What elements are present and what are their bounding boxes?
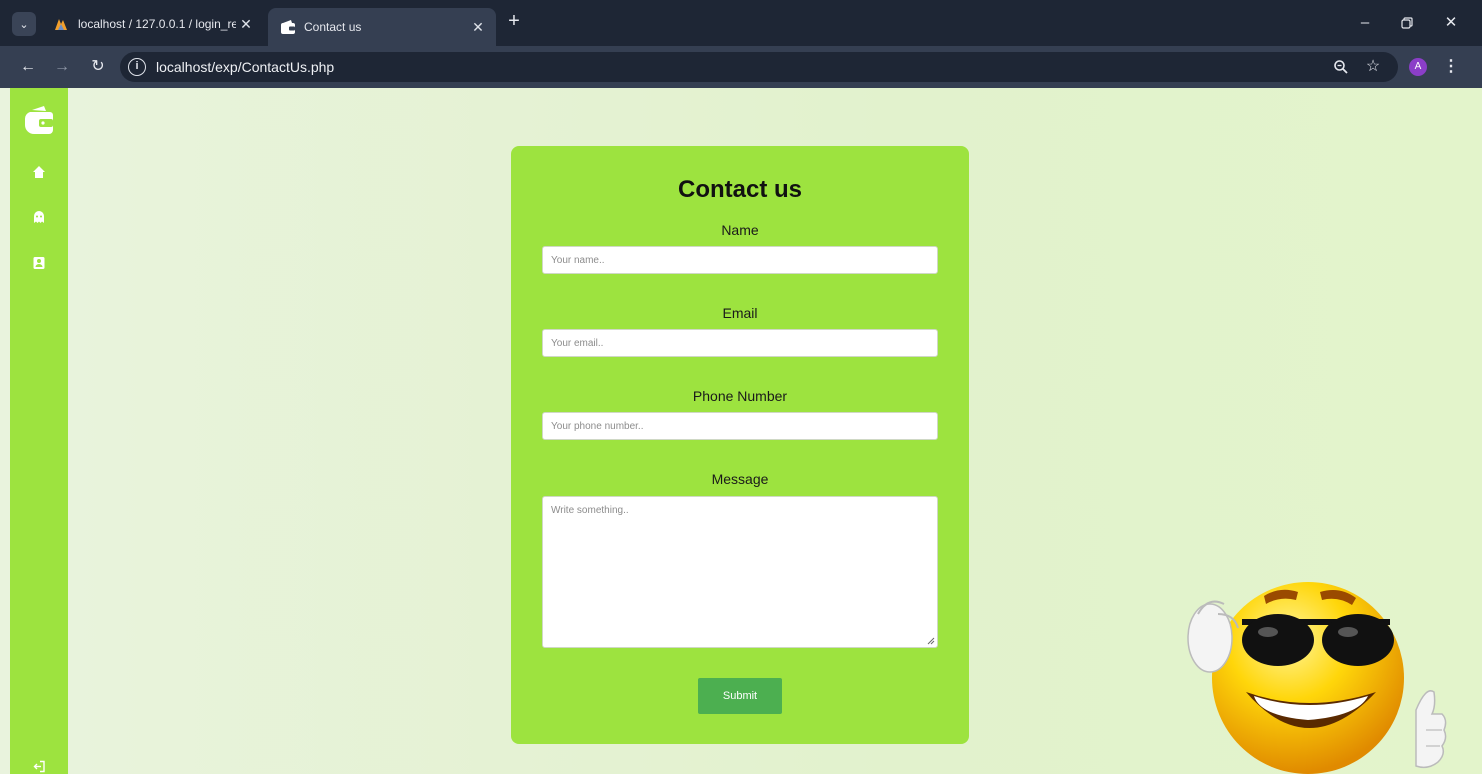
sidebar-logo[interactable] <box>10 102 68 138</box>
phpmyadmin-icon <box>55 19 67 30</box>
kebab-icon[interactable]: ⋮ <box>1443 55 1459 79</box>
page-body: Contact us Name Email Phone Number Messa… <box>0 88 1482 774</box>
tab-search-button[interactable]: ⌄ <box>12 12 36 36</box>
message-label: Message <box>711 471 769 487</box>
close-icon[interactable]: ✕ <box>468 17 488 37</box>
tab-contact-us[interactable]: Contact us ✕ <box>268 8 496 46</box>
tab-title: localhost / 127.0.0.1 / login_reg <box>78 17 236 31</box>
logout-icon <box>33 760 45 772</box>
close-window-button[interactable]: ✕ <box>1440 12 1462 34</box>
contact-form: Contact us Name Email Phone Number Messa… <box>511 146 969 744</box>
sidebar-item-about[interactable] <box>10 205 68 229</box>
wallet-icon <box>281 20 295 34</box>
new-tab-button[interactable]: + <box>503 11 525 33</box>
logout-button[interactable] <box>10 756 68 774</box>
phone-input[interactable] <box>542 412 938 440</box>
zoom-icon[interactable] <box>1330 56 1352 78</box>
plus-icon: + <box>508 10 520 32</box>
browser-tab-bar: ⌄ localhost / 127.0.0.1 / login_reg ✕ Co… <box>0 0 1482 46</box>
phone-label: Phone Number <box>692 388 788 404</box>
submit-button[interactable]: Submit <box>698 678 782 714</box>
arrow-left-icon: ← <box>20 58 36 75</box>
sidebar-item-home[interactable] <box>10 160 68 184</box>
reload-icon: ↻ <box>91 58 105 75</box>
email-input[interactable] <box>542 329 938 357</box>
wallet-logo-icon <box>24 106 53 134</box>
name-label: Name <box>721 222 759 238</box>
reload-button[interactable]: ↻ <box>86 55 110 79</box>
name-input[interactable] <box>542 246 938 274</box>
avatar[interactable]: A <box>1409 58 1427 76</box>
sidebar-item-contact[interactable] <box>10 251 68 275</box>
minimize-icon: – <box>1360 14 1370 31</box>
email-label: Email <box>722 305 758 321</box>
address-bar[interactable]: i localhost/exp/ContactUs.php ☆ <box>120 52 1398 82</box>
restore-icon <box>1401 17 1413 29</box>
star-icon[interactable]: ☆ <box>1362 56 1384 78</box>
forward-button[interactable]: → <box>50 55 74 79</box>
close-icon[interactable]: ✕ <box>236 14 256 34</box>
contact-card-icon <box>33 257 45 269</box>
url-text[interactable]: localhost/exp/ContactUs.php <box>156 59 334 75</box>
close-icon: ✕ <box>1444 14 1458 31</box>
home-icon <box>33 166 45 178</box>
tab-phpmyadmin[interactable]: localhost / 127.0.0.1 / login_reg ✕ <box>48 8 264 40</box>
restore-button[interactable] <box>1396 12 1418 34</box>
ghost-icon <box>34 211 44 223</box>
cool-smiley-image <box>1187 582 1447 774</box>
browser-toolbar: ← → ↻ i localhost/exp/ContactUs.php ☆ A … <box>0 46 1482 88</box>
resize-grip-icon[interactable] <box>927 637 935 645</box>
message-textarea[interactable] <box>542 496 938 648</box>
back-button[interactable]: ← <box>16 55 40 79</box>
sidebar <box>10 88 68 774</box>
info-icon[interactable]: i <box>128 58 146 76</box>
tab-title: Contact us <box>304 20 362 34</box>
minimize-button[interactable]: – <box>1354 12 1376 34</box>
page-title: Contact us <box>677 176 802 203</box>
arrow-right-icon: → <box>54 58 70 75</box>
chevron-down-icon: ⌄ <box>19 18 29 31</box>
